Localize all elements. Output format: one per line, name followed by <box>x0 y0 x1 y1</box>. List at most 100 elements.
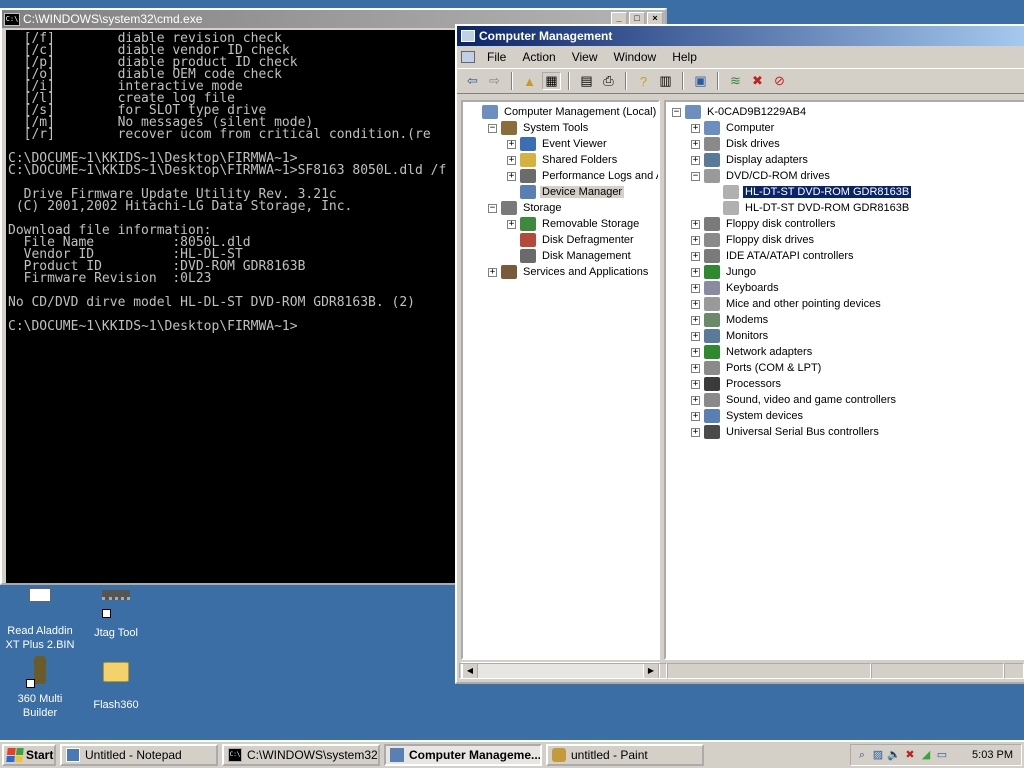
menu-action[interactable]: Action <box>514 50 563 64</box>
help-icon[interactable]: ? <box>634 72 653 90</box>
tree-item[interactable]: HL-DT-ST DVD-ROM GDR8163B <box>710 184 913 200</box>
export-list-icon[interactable]: ▥ <box>656 72 675 90</box>
back-icon[interactable]: ⇦ <box>463 72 482 90</box>
tree-item[interactable]: − DVD/CD-ROM drives <box>691 168 832 184</box>
task-paint[interactable]: untitled - Paint <box>546 744 704 766</box>
tree-item[interactable]: + IDE ATA/ATAPI controllers <box>691 248 856 264</box>
collapse-icon[interactable]: − <box>672 107 681 117</box>
tree-item[interactable]: + Shared Folders <box>507 152 619 168</box>
expand-icon[interactable]: + <box>507 139 516 149</box>
tree-item[interactable]: Computer Management (Local) <box>469 104 658 120</box>
menu-help[interactable]: Help <box>664 50 705 64</box>
disable-device-icon[interactable]: ⊘ <box>770 72 789 90</box>
expand-icon[interactable]: + <box>507 155 516 165</box>
tree-item[interactable]: − Storage <box>488 200 564 216</box>
expand-icon[interactable]: + <box>691 219 700 229</box>
clock[interactable]: 5:03 PM <box>972 749 1013 761</box>
task-cmd[interactable]: C:\ C:\WINDOWS\system32... <box>222 744 380 766</box>
tree-item[interactable]: + Processors <box>691 376 783 392</box>
tree-item[interactable]: + Monitors <box>691 328 770 344</box>
tree-item[interactable]: − System Tools <box>488 120 590 136</box>
cm-title-bar[interactable]: Computer Management <box>457 26 1024 46</box>
expand-icon[interactable]: + <box>691 235 700 245</box>
task-notepad[interactable]: Untitled - Notepad <box>60 744 218 766</box>
tree-item[interactable]: + Floppy disk controllers <box>691 216 837 232</box>
tree-item[interactable]: + Removable Storage <box>507 216 641 232</box>
nvidia-icon[interactable]: ◢ <box>919 748 933 762</box>
up-folder-icon[interactable]: ▲ <box>520 72 539 90</box>
task-computer-management[interactable]: Computer Manageme... <box>384 744 542 766</box>
network-icon[interactable]: ▨ <box>871 748 885 762</box>
expand-icon[interactable]: + <box>691 299 700 309</box>
update-driver-icon[interactable]: ≋ <box>726 72 745 90</box>
desktop-icon-360-multi-builder[interactable]: ↗ 360 Multi Builder <box>0 656 80 720</box>
tree-item[interactable]: + Mice and other pointing devices <box>691 296 883 312</box>
tree-item[interactable]: + Modems <box>691 312 770 328</box>
tree-item[interactable]: + Floppy disk drives <box>691 232 816 248</box>
device-icon <box>704 233 720 247</box>
tree-item[interactable]: + Display adapters <box>691 152 810 168</box>
cmd-icon: C:\ <box>228 748 242 762</box>
menu-file[interactable]: File <box>479 50 514 64</box>
desktop-icon-jtag-tool[interactable]: ↗ Jtag Tool <box>76 586 156 640</box>
expand-icon[interactable]: + <box>691 315 700 325</box>
tree-item[interactable]: + Sound, video and game controllers <box>691 392 898 408</box>
tree-item-label: Computer Management (Local) <box>504 106 657 118</box>
show-hide-tree-icon[interactable]: ▦ <box>542 72 561 90</box>
desktop-icon-read-aladdin[interactable]: Read Aladdin XT Plus 2.BIN <box>0 586 80 652</box>
expand-icon[interactable]: + <box>488 267 497 277</box>
window-menu-icon[interactable] <box>461 51 475 63</box>
tree-item[interactable]: Disk Management <box>507 248 633 264</box>
search-icon[interactable]: ⌕ <box>855 748 869 762</box>
tree-item[interactable]: + Performance Logs and Alerts <box>507 168 658 184</box>
expand-icon[interactable]: + <box>691 283 700 293</box>
expand-icon[interactable]: + <box>691 427 700 437</box>
collapse-icon[interactable]: − <box>488 203 497 213</box>
computer-management-window[interactable]: Computer Management File Action View Win… <box>455 24 1024 684</box>
expand-icon[interactable]: + <box>691 331 700 341</box>
uninstall-icon[interactable]: ✖ <box>748 72 767 90</box>
volume-icon[interactable]: 🔈 <box>887 748 901 762</box>
collapse-icon[interactable]: − <box>691 171 700 181</box>
tree-item[interactable]: + Computer <box>691 120 776 136</box>
device-tree-pane[interactable]: − K-0CAD9B1229AB4 + Computer + Disk drives + Di… <box>664 100 1024 660</box>
tree-item[interactable]: + Network adapters <box>691 344 814 360</box>
expand-icon[interactable]: + <box>507 171 516 181</box>
security-icon[interactable]: ✖ <box>903 748 917 762</box>
tree-item[interactable]: Disk Defragmenter <box>507 232 636 248</box>
tree-item[interactable]: − K-0CAD9B1229AB4 <box>672 104 808 120</box>
expand-icon[interactable]: + <box>691 251 700 261</box>
expand-icon[interactable]: + <box>691 395 700 405</box>
expand-icon[interactable]: + <box>691 379 700 389</box>
expand-icon[interactable]: + <box>691 155 700 165</box>
print-icon[interactable]: ⎙ <box>599 72 618 90</box>
expand-icon[interactable]: + <box>691 411 700 421</box>
tree-item[interactable]: HL-DT-ST DVD-ROM GDR8163B <box>710 200 911 216</box>
tree-item[interactable]: + Services and Applications <box>488 264 650 280</box>
tree-item[interactable]: Device Manager <box>507 184 625 200</box>
menu-window[interactable]: Window <box>606 50 665 64</box>
expand-icon[interactable]: + <box>691 267 700 277</box>
menu-view[interactable]: View <box>564 50 606 64</box>
status-bar <box>459 663 1024 681</box>
tree-item[interactable]: + Universal Serial Bus controllers <box>691 424 881 440</box>
tree-item[interactable]: + Event Viewer <box>507 136 609 152</box>
tree-item[interactable]: + System devices <box>691 408 805 424</box>
start-button[interactable]: Start <box>2 744 56 766</box>
tree-item[interactable]: + Keyboards <box>691 280 781 296</box>
expand-icon[interactable]: + <box>691 139 700 149</box>
monitor-icon[interactable]: ▭ <box>935 748 949 762</box>
desktop-icon-flash360[interactable]: Flash360 <box>76 656 156 712</box>
console-tree-pane[interactable]: Computer Management (Local) − System Tools… <box>461 100 660 660</box>
forward-icon[interactable]: ⇨ <box>485 72 504 90</box>
expand-icon[interactable]: + <box>691 123 700 133</box>
tree-item[interactable]: + Disk drives <box>691 136 782 152</box>
tree-item[interactable]: + Ports (COM & LPT) <box>691 360 823 376</box>
expand-icon[interactable]: + <box>691 363 700 373</box>
collapse-icon[interactable]: − <box>488 123 497 133</box>
scan-hardware-icon[interactable]: ▣ <box>691 72 710 90</box>
tree-item[interactable]: + Jungo <box>691 264 758 280</box>
expand-icon[interactable]: + <box>691 347 700 357</box>
expand-icon[interactable]: + <box>507 219 516 229</box>
properties-icon[interactable]: ▤ <box>577 72 596 90</box>
